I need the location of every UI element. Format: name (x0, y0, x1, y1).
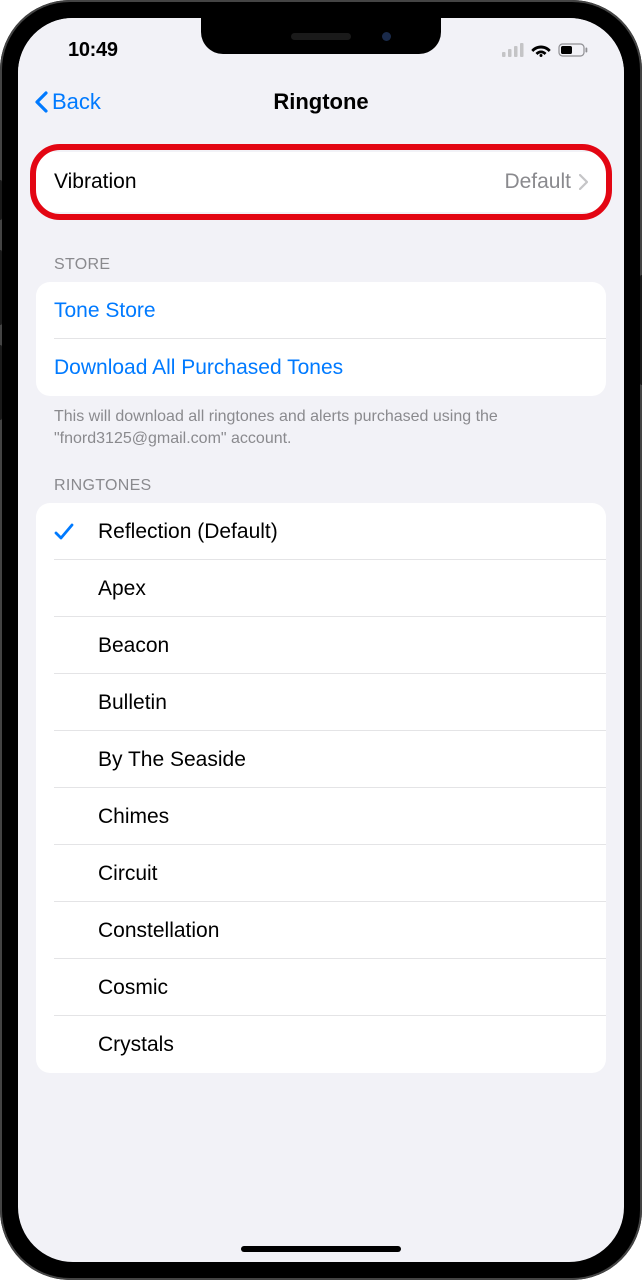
vibration-row[interactable]: Vibration Default (36, 152, 606, 212)
status-icons (502, 43, 594, 57)
back-button[interactable]: Back (34, 89, 101, 115)
ringtone-row[interactable]: Chimes (36, 788, 606, 845)
ringtone-row[interactable]: Circuit (36, 845, 606, 902)
ringtone-label: Apex (98, 577, 146, 601)
ringtone-row[interactable]: Constellation (36, 902, 606, 959)
store-footer: This will download all ringtones and ale… (36, 396, 606, 449)
home-indicator[interactable] (241, 1246, 401, 1252)
ringtone-row[interactable]: Cosmic (36, 959, 606, 1016)
vibration-value: Default (504, 170, 571, 194)
download-all-label: Download All Purchased Tones (54, 356, 343, 380)
ringtone-row[interactable]: Reflection (Default) (36, 503, 606, 560)
download-all-row[interactable]: Download All Purchased Tones (36, 339, 606, 396)
vibration-label: Vibration (54, 170, 504, 194)
checkmark-icon (54, 523, 74, 541)
ringtone-label: Chimes (98, 805, 169, 829)
ringtone-label: Beacon (98, 634, 169, 658)
ringtones-group: Reflection (Default) Apex Beacon Bulletin By… (36, 503, 606, 1073)
ringtone-row[interactable]: By The Seaside (36, 731, 606, 788)
silent-switch (0, 180, 2, 220)
ringtones-header: Ringtones (36, 477, 606, 503)
chevron-right-icon (579, 174, 588, 190)
ringtone-row[interactable]: Apex (36, 560, 606, 617)
screen: 10:49 (18, 18, 624, 1262)
ringtone-label: Constellation (98, 919, 219, 943)
ringtone-row[interactable]: Crystals (36, 1016, 606, 1073)
ringtone-row[interactable]: Beacon (36, 617, 606, 674)
store-group: Tone Store Download All Purchased Tones (36, 282, 606, 396)
cellular-icon (502, 43, 524, 57)
device-frame: 10:49 (0, 0, 642, 1280)
ringtone-label: By The Seaside (98, 748, 246, 772)
ringtone-label: Bulletin (98, 691, 167, 715)
page-title: Ringtone (273, 89, 368, 115)
ringtone-row[interactable]: Bulletin (36, 674, 606, 731)
vibration-group: Vibration Default (36, 152, 606, 212)
ringtone-label: Crystals (98, 1033, 174, 1057)
store-header: Store (36, 256, 606, 282)
chevron-left-icon (34, 91, 48, 113)
ringtone-label: Cosmic (98, 976, 168, 1000)
status-time: 10:49 (48, 39, 118, 62)
tone-store-row[interactable]: Tone Store (36, 282, 606, 339)
ringtone-label: Reflection (Default) (98, 520, 278, 544)
content: Vibration Default Store Tone Store (18, 152, 624, 1073)
checkmark-slot (54, 523, 98, 541)
notch (201, 18, 441, 54)
volume-up-button (0, 250, 2, 325)
volume-down-button (0, 345, 2, 420)
wifi-icon (531, 43, 551, 57)
battery-icon (558, 43, 588, 57)
back-label: Back (52, 89, 101, 115)
ringtone-label: Circuit (98, 862, 158, 886)
navigation-bar: Back Ringtone (18, 74, 624, 130)
tone-store-label: Tone Store (54, 299, 156, 323)
